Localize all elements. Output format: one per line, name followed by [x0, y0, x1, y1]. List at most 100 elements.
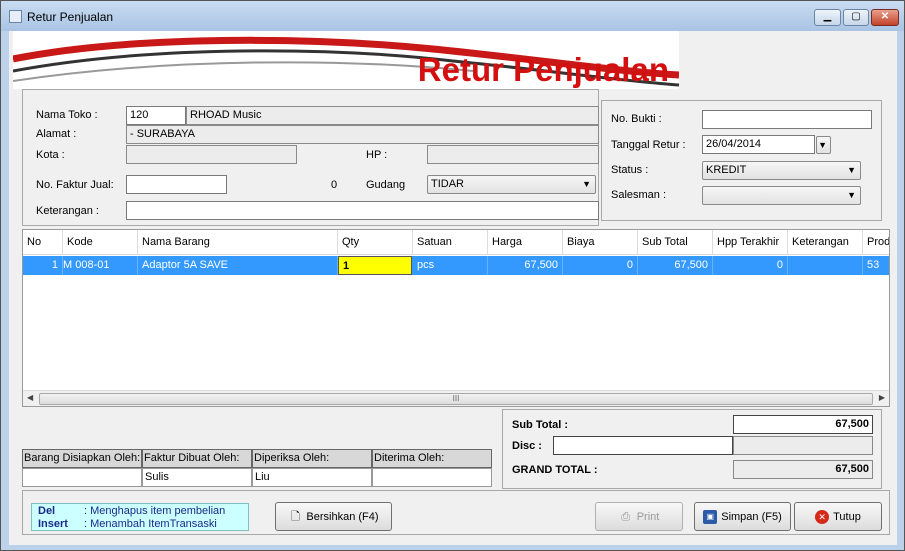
chevron-down-icon: ▼ — [847, 190, 856, 200]
cell-keterangan[interactable] — [788, 256, 863, 275]
sig-header-disiapkan: Barang Disiapkan Oleh: — [22, 449, 142, 468]
simpan-button[interactable]: ▣ Simpan (F5) — [694, 502, 791, 531]
minimize-button[interactable]: ▁ — [814, 9, 841, 26]
cell-biaya[interactable]: 0 — [563, 256, 638, 275]
clear-document-icon: 🗋 — [290, 510, 300, 523]
totals-panel: Sub Total : 67,500 Disc : GRAND TOTAL : … — [502, 409, 882, 489]
close-circle-icon: ✕ — [815, 509, 830, 524]
simpan-label: Simpan (F5) — [721, 510, 782, 523]
cell-no[interactable]: 1 — [23, 256, 63, 275]
hp-field — [427, 145, 599, 164]
tanggal-retur-field[interactable]: 26/04/2014 — [702, 135, 815, 154]
close-button[interactable]: ✕ — [871, 9, 899, 26]
salesman-select[interactable]: ▼ — [702, 186, 861, 205]
disc-amount-field — [733, 436, 873, 455]
nama-toko-name-field: RHOAD Music — [186, 106, 599, 125]
window-client: Retur Penjualan Nama Toko : 120 RHOAD Mu… — [9, 31, 897, 545]
status-label: Status : — [611, 164, 649, 176]
col-header-keterangan[interactable]: Keterangan — [788, 230, 863, 255]
title-bar[interactable]: Retur Penjualan ▁ ▢ ✕ — [1, 1, 904, 31]
status-select[interactable]: KREDIT ▼ — [702, 161, 861, 180]
cell-produ[interactable]: 53 — [863, 256, 889, 275]
col-header-qty[interactable]: Qty — [338, 230, 413, 255]
maximize-button[interactable]: ▢ — [843, 9, 869, 26]
cell-kode[interactable]: M 008-01 — [59, 256, 138, 275]
nama-toko-code-field[interactable]: 120 — [126, 106, 186, 125]
window-title: Retur Penjualan — [27, 10, 114, 24]
no-bukti-field[interactable] — [702, 110, 872, 129]
grand-total-field: 67,500 — [733, 460, 873, 479]
item-grid[interactable]: No Kode Nama Barang Qty Satuan Harga Bia… — [22, 229, 890, 407]
hint-insert-key: Insert — [38, 518, 68, 530]
sig-header-diterima: Diterima Oleh: — [372, 449, 492, 468]
cell-hpp-terakhir[interactable]: 0 — [713, 256, 788, 275]
col-header-nama-barang[interactable]: Nama Barang — [138, 230, 338, 255]
col-header-sub-total[interactable]: Sub Total — [638, 230, 713, 255]
cell-satuan[interactable]: pcs — [413, 256, 488, 275]
col-header-produ[interactable]: Produ — [863, 230, 889, 255]
sig-value-dibuat[interactable]: Sulis — [142, 468, 252, 487]
hint-del-key: Del — [38, 505, 56, 517]
chevron-down-icon: ▼ — [582, 179, 591, 189]
hint-insert-text: : Menambah ItemTransaski — [84, 518, 217, 530]
disc-input[interactable] — [553, 436, 733, 455]
disc-label: Disc : — [512, 440, 542, 452]
col-header-biaya[interactable]: Biaya — [563, 230, 638, 255]
scroll-left-icon[interactable]: ◀ — [27, 393, 33, 402]
chevron-down-icon: ▼ — [818, 140, 827, 150]
gudang-value: TIDAR — [431, 178, 464, 190]
keyboard-hint-box: Del : Menghapus item pembelian Insert : Me… — [31, 503, 249, 531]
cell-qty-editor[interactable]: 1 — [338, 256, 412, 275]
hint-del-text: : Menghapus item pembelian — [84, 505, 226, 517]
retur-penjualan-window: Retur Penjualan ▁ ▢ ✕ Retur Penjualan Na… — [0, 0, 905, 551]
sig-header-diperiksa: Diperiksa Oleh: — [252, 449, 372, 468]
col-header-kode[interactable]: Kode — [63, 230, 138, 255]
kota-label: Kota : — [36, 149, 65, 161]
banner-title: Retur Penjualan — [417, 51, 669, 88]
cell-harga[interactable]: 67,500 — [488, 256, 563, 275]
cell-nama-barang[interactable]: Adaptor 5A SAVE — [138, 256, 338, 275]
print-label: Print — [636, 510, 660, 523]
cell-sub-total[interactable]: 67,500 — [638, 256, 713, 275]
printer-icon: ⎙ — [621, 510, 631, 523]
bersihkan-button[interactable]: 🗋 Bersihkan (F4) — [275, 502, 392, 531]
tutup-button[interactable]: ✕ Tutup — [794, 502, 882, 531]
salesman-label: Salesman : — [611, 189, 667, 201]
col-header-hpp-terakhir[interactable]: Hpp Terakhir — [713, 230, 788, 255]
app-icon — [9, 10, 22, 23]
sig-value-disiapkan[interactable] — [22, 468, 142, 487]
alamat-label: Alamat : — [36, 128, 77, 140]
sub-total-label: Sub Total : — [512, 419, 569, 431]
scroll-right-icon[interactable]: ▶ — [879, 393, 885, 402]
no-bukti-label: No. Bukti : — [611, 113, 662, 125]
keterangan-label: Keterangan : — [36, 205, 99, 217]
table-row[interactable]: 1 M 008-01 Adaptor 5A SAVE 1 pcs 67,500 … — [23, 256, 889, 275]
scroll-thumb[interactable]: III — [39, 393, 873, 405]
sig-header-dibuat: Faktur Dibuat Oleh: — [142, 449, 252, 468]
tanggal-retur-label: Tanggal Retur : — [611, 139, 686, 151]
grid-header: No Kode Nama Barang Qty Satuan Harga Bia… — [23, 230, 889, 255]
status-value: KREDIT — [706, 164, 747, 176]
count-value: 0 — [331, 179, 338, 191]
bersihkan-label: Bersihkan (F4) — [306, 510, 379, 523]
sig-value-diperiksa[interactable]: Liu — [252, 468, 372, 487]
col-header-harga[interactable]: Harga — [488, 230, 563, 255]
kota-field — [126, 145, 297, 164]
horizontal-scrollbar[interactable]: ◀ III ▶ — [23, 390, 889, 406]
print-button[interactable]: ⎙ Print — [595, 502, 683, 531]
gudang-select[interactable]: TIDAR ▼ — [427, 175, 596, 194]
col-header-no[interactable]: No — [23, 230, 63, 255]
sig-value-diterima[interactable] — [372, 468, 492, 487]
banner: Retur Penjualan — [13, 31, 679, 89]
tutup-label: Tutup — [833, 510, 861, 523]
no-faktur-field[interactable] — [126, 175, 227, 194]
hp-label: HP : — [366, 149, 388, 161]
sub-total-field: 67,500 — [733, 415, 873, 434]
chevron-down-icon: ▼ — [847, 165, 856, 175]
action-bar: Del : Menghapus item pembelian Insert : Me… — [22, 490, 890, 535]
no-faktur-label: No. Faktur Jual: — [36, 179, 114, 191]
col-header-satuan[interactable]: Satuan — [413, 230, 488, 255]
keterangan-field[interactable] — [126, 201, 599, 220]
date-picker-button[interactable]: ▼ — [816, 136, 831, 154]
alamat-field: - SURABAYA — [126, 125, 599, 144]
